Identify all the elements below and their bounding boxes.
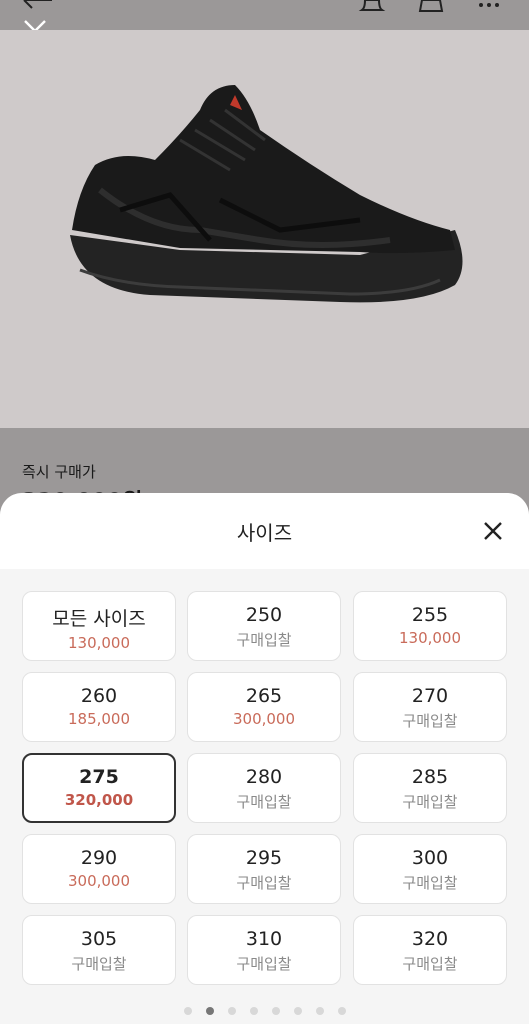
page-dot bbox=[337, 1007, 346, 1015]
size-label: 250 bbox=[245, 604, 283, 626]
page-dot bbox=[183, 1007, 192, 1015]
page-dot bbox=[227, 1007, 236, 1015]
size-label: 320 bbox=[411, 928, 449, 950]
size-label: 285 bbox=[411, 766, 449, 788]
sheet-header: 사이즈 bbox=[0, 493, 529, 569]
size-bottom-sheet: 사이즈 모든 사이즈 130,000 250 구매입찰 255 130,000 260 185… bbox=[0, 493, 529, 1024]
shopping-bag-icon[interactable] bbox=[416, 0, 446, 20]
size-option-265[interactable]: 265 300,000 bbox=[187, 672, 341, 742]
size-option-305[interactable]: 305 구매입찰 bbox=[22, 915, 176, 985]
size-label: 모든 사이즈 bbox=[52, 608, 146, 630]
more-icon[interactable] bbox=[476, 0, 506, 20]
buy-bid-label: 구매입찰 bbox=[402, 955, 458, 973]
page-dot bbox=[205, 1007, 214, 1015]
buy-bid-label: 구매입찰 bbox=[236, 631, 292, 649]
sneaker-image bbox=[70, 85, 463, 303]
size-price: 185,000 bbox=[67, 710, 131, 728]
size-label: 300 bbox=[411, 847, 449, 869]
size-price: 320,000 bbox=[64, 791, 134, 809]
size-option-295[interactable]: 295 구매입찰 bbox=[187, 834, 341, 904]
size-label: 260 bbox=[80, 685, 118, 707]
buy-bid-label: 구매입찰 bbox=[402, 874, 458, 892]
size-option-300[interactable]: 300 구매입찰 bbox=[353, 834, 507, 904]
top-bar bbox=[0, 0, 529, 42]
size-label: 295 bbox=[245, 847, 283, 869]
size-label: 255 bbox=[411, 604, 449, 626]
size-label: 310 bbox=[245, 928, 283, 950]
size-option-255[interactable]: 255 130,000 bbox=[353, 591, 507, 661]
buy-bid-label: 구매입찰 bbox=[402, 712, 458, 730]
size-label: 280 bbox=[245, 766, 283, 788]
size-label: 275 bbox=[79, 766, 119, 788]
size-price: 300,000 bbox=[232, 710, 296, 728]
buy-bid-label: 구매입찰 bbox=[71, 955, 127, 973]
page-dot bbox=[249, 1007, 258, 1015]
size-label: 265 bbox=[245, 685, 283, 707]
buy-bid-label: 구매입찰 bbox=[236, 793, 292, 811]
sheet-title: 사이즈 bbox=[236, 521, 293, 545]
sheet-close-icon[interactable] bbox=[481, 519, 505, 543]
size-label: 290 bbox=[80, 847, 118, 869]
bell-icon[interactable] bbox=[357, 0, 387, 20]
buy-bid-label: 구매입찰 bbox=[236, 874, 292, 892]
back-arrow-icon[interactable] bbox=[22, 0, 56, 16]
size-option-270[interactable]: 270 구매입찰 bbox=[353, 672, 507, 742]
page-dot bbox=[315, 1007, 324, 1015]
size-option-285[interactable]: 285 구매입찰 bbox=[353, 753, 507, 823]
instant-price-label: 즉시 구매가 bbox=[22, 463, 96, 481]
size-label: 305 bbox=[80, 928, 118, 950]
buy-bid-label: 구매입찰 bbox=[402, 793, 458, 811]
size-price: 130,000 bbox=[398, 629, 462, 647]
size-option-all[interactable]: 모든 사이즈 130,000 bbox=[22, 591, 176, 661]
size-price: 300,000 bbox=[67, 872, 131, 890]
product-image-area bbox=[0, 30, 529, 428]
size-price: 130,000 bbox=[67, 634, 131, 652]
buy-bid-label: 구매입찰 bbox=[236, 955, 292, 973]
size-option-250[interactable]: 250 구매입찰 bbox=[187, 591, 341, 661]
size-label: 270 bbox=[411, 685, 449, 707]
size-option-310[interactable]: 310 구매입찰 bbox=[187, 915, 341, 985]
size-option-320[interactable]: 320 구매입찰 bbox=[353, 915, 507, 985]
page-dot bbox=[271, 1007, 280, 1015]
size-option-280[interactable]: 280 구매입찰 bbox=[187, 753, 341, 823]
size-option-275[interactable]: 275 320,000 bbox=[22, 753, 176, 823]
page-indicator bbox=[0, 1000, 529, 1019]
page-dot bbox=[293, 1007, 302, 1015]
size-option-290[interactable]: 290 300,000 bbox=[22, 834, 176, 904]
size-option-260[interactable]: 260 185,000 bbox=[22, 672, 176, 742]
